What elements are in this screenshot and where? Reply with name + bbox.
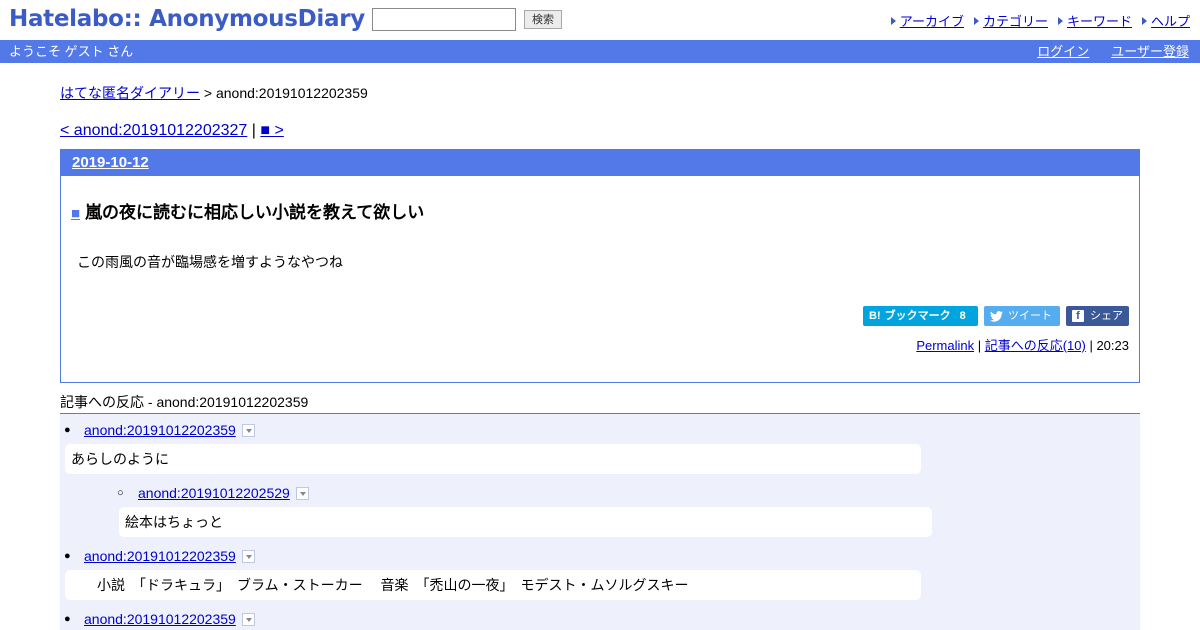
search-button[interactable]: 検索 xyxy=(524,10,562,29)
nav-keyword-link[interactable]: キーワード xyxy=(1067,11,1132,30)
reaction-id-link[interactable]: anond:20191012202359 xyxy=(84,422,236,438)
reaction-body: 絵本はちょっと xyxy=(119,507,932,537)
tweet-button[interactable]: ツイート xyxy=(984,306,1060,326)
triangle-right-icon xyxy=(890,17,896,25)
reaction-head: anond:20191012202359 xyxy=(84,422,255,438)
reaction-head: anond:20191012202529 xyxy=(138,485,309,501)
day-header: 2019-10-12 xyxy=(61,150,1139,176)
chevron-down-icon[interactable] xyxy=(295,486,309,500)
nav-keyword[interactable]: キーワード xyxy=(1057,11,1132,30)
bullet-icon: ● xyxy=(64,550,71,562)
footer-separator: | xyxy=(974,338,985,353)
twitter-bird-icon xyxy=(990,310,1003,322)
site-logo[interactable]: Hatelabo:: AnonymousDiary xyxy=(9,4,365,34)
reaction-body: 小説 「ドラキュラ」 ブラム・ストーカー 音楽 「禿山の一夜」 モデスト・ムソル… xyxy=(65,570,921,600)
reaction-body: あらしのように xyxy=(65,444,921,474)
entry-time: 20:23 xyxy=(1096,338,1129,353)
nav-category-link[interactable]: カテゴリー xyxy=(983,11,1048,30)
pager-separator: | xyxy=(247,122,261,139)
nav-help[interactable]: ヘルプ xyxy=(1141,11,1190,30)
user-bar: ようこそ ゲスト さん ログイン ユーザー登録 xyxy=(0,40,1200,63)
entry-permalink-square[interactable]: ■ xyxy=(71,205,80,222)
entry-box: 2019-10-12 ■ 嵐の夜に読むに相応しい小説を教えて欲しい この雨風の音が… xyxy=(60,149,1140,383)
register-link[interactable]: ユーザー登録 xyxy=(1111,43,1189,60)
tweet-label: ツイート xyxy=(1008,310,1052,322)
reactions-title: 記事への反応 - anond:20191012202359 xyxy=(60,394,309,410)
entry-pager: < anond:20191012202327 | ■ > xyxy=(60,122,284,140)
search-input[interactable] xyxy=(372,8,516,31)
triangle-right-icon xyxy=(973,17,979,25)
nav-archive-link[interactable]: アーカイブ xyxy=(900,11,964,30)
nav-help-link[interactable]: ヘルプ xyxy=(1151,11,1190,30)
hatena-bookmark-button[interactable]: B! ブックマーク 8 xyxy=(863,306,978,326)
triangle-right-icon xyxy=(1141,17,1147,25)
facebook-share-button[interactable]: f シェア xyxy=(1066,306,1129,326)
reaction-id-link[interactable]: anond:20191012202529 xyxy=(138,485,290,501)
breadcrumb-separator: > xyxy=(200,85,216,101)
entry-title: ■ 嵐の夜に読むに相応しい小説を教えて欲しい xyxy=(71,202,424,225)
reactions-count-link[interactable]: 記事への反応(10) xyxy=(985,338,1086,353)
hatena-bookmark-count: 8 xyxy=(959,310,966,322)
permalink-link[interactable]: Permalink xyxy=(916,338,974,353)
bullet-icon: ● xyxy=(64,424,71,436)
login-link[interactable]: ログイン xyxy=(1037,43,1089,60)
nav-category[interactable]: カテゴリー xyxy=(973,11,1048,30)
chevron-down-icon[interactable] xyxy=(241,423,255,437)
nav-archive[interactable]: アーカイブ xyxy=(890,11,964,30)
next-entry-link[interactable]: ■ > xyxy=(260,122,283,139)
reaction-id-link[interactable]: anond:20191012202359 xyxy=(84,548,236,564)
entry-title-text: 嵐の夜に読むに相応しい小説を教えて欲しい xyxy=(85,203,425,222)
footer-separator: | xyxy=(1085,338,1097,353)
breadcrumb-home-link[interactable]: はてな匿名ダイアリー xyxy=(60,85,200,101)
reaction-head: anond:20191012202359 xyxy=(84,548,255,564)
facebook-share-label: シェア xyxy=(1090,310,1123,322)
breadcrumb: はてな匿名ダイアリー > anond:20191012202359 xyxy=(60,85,368,102)
bar-links: ログイン ユーザー登録 xyxy=(1037,43,1189,60)
share-buttons: B! ブックマーク 8 ツイート f シェア xyxy=(863,306,1129,326)
reaction-id-link[interactable]: anond:20191012202359 xyxy=(84,611,236,627)
entry-body: この雨風の音が臨場感を増すようなやつね xyxy=(77,254,343,270)
hatena-bookmark-label: ブックマーク xyxy=(884,310,951,322)
chevron-down-icon[interactable] xyxy=(241,549,255,563)
welcome-text: ようこそ ゲスト さん xyxy=(9,44,134,59)
header-nav: アーカイブ カテゴリー キーワード ヘルプ xyxy=(890,11,1190,30)
breadcrumb-current: anond:20191012202359 xyxy=(215,85,368,101)
chevron-down-icon[interactable] xyxy=(241,612,255,626)
hatena-bookmark-icon: B! xyxy=(869,310,881,322)
triangle-right-icon xyxy=(1057,17,1063,25)
reactions-list: ● anond:20191012202359 あらしのように ○ anond:2… xyxy=(60,413,1140,630)
facebook-icon: f xyxy=(1072,310,1084,322)
day-date-link[interactable]: 2019-10-12 xyxy=(72,154,149,171)
bullet-icon: ● xyxy=(64,613,71,625)
prev-entry-link[interactable]: < anond:20191012202327 xyxy=(60,122,247,139)
reaction-head: anond:20191012202359 xyxy=(84,611,255,627)
entry-footer: Permalink | 記事への反応(10) | 20:23 xyxy=(916,338,1129,354)
header: Hatelabo:: AnonymousDiary 検索 アーカイブ カテゴリー… xyxy=(0,0,1200,40)
bullet-icon: ○ xyxy=(117,487,124,499)
